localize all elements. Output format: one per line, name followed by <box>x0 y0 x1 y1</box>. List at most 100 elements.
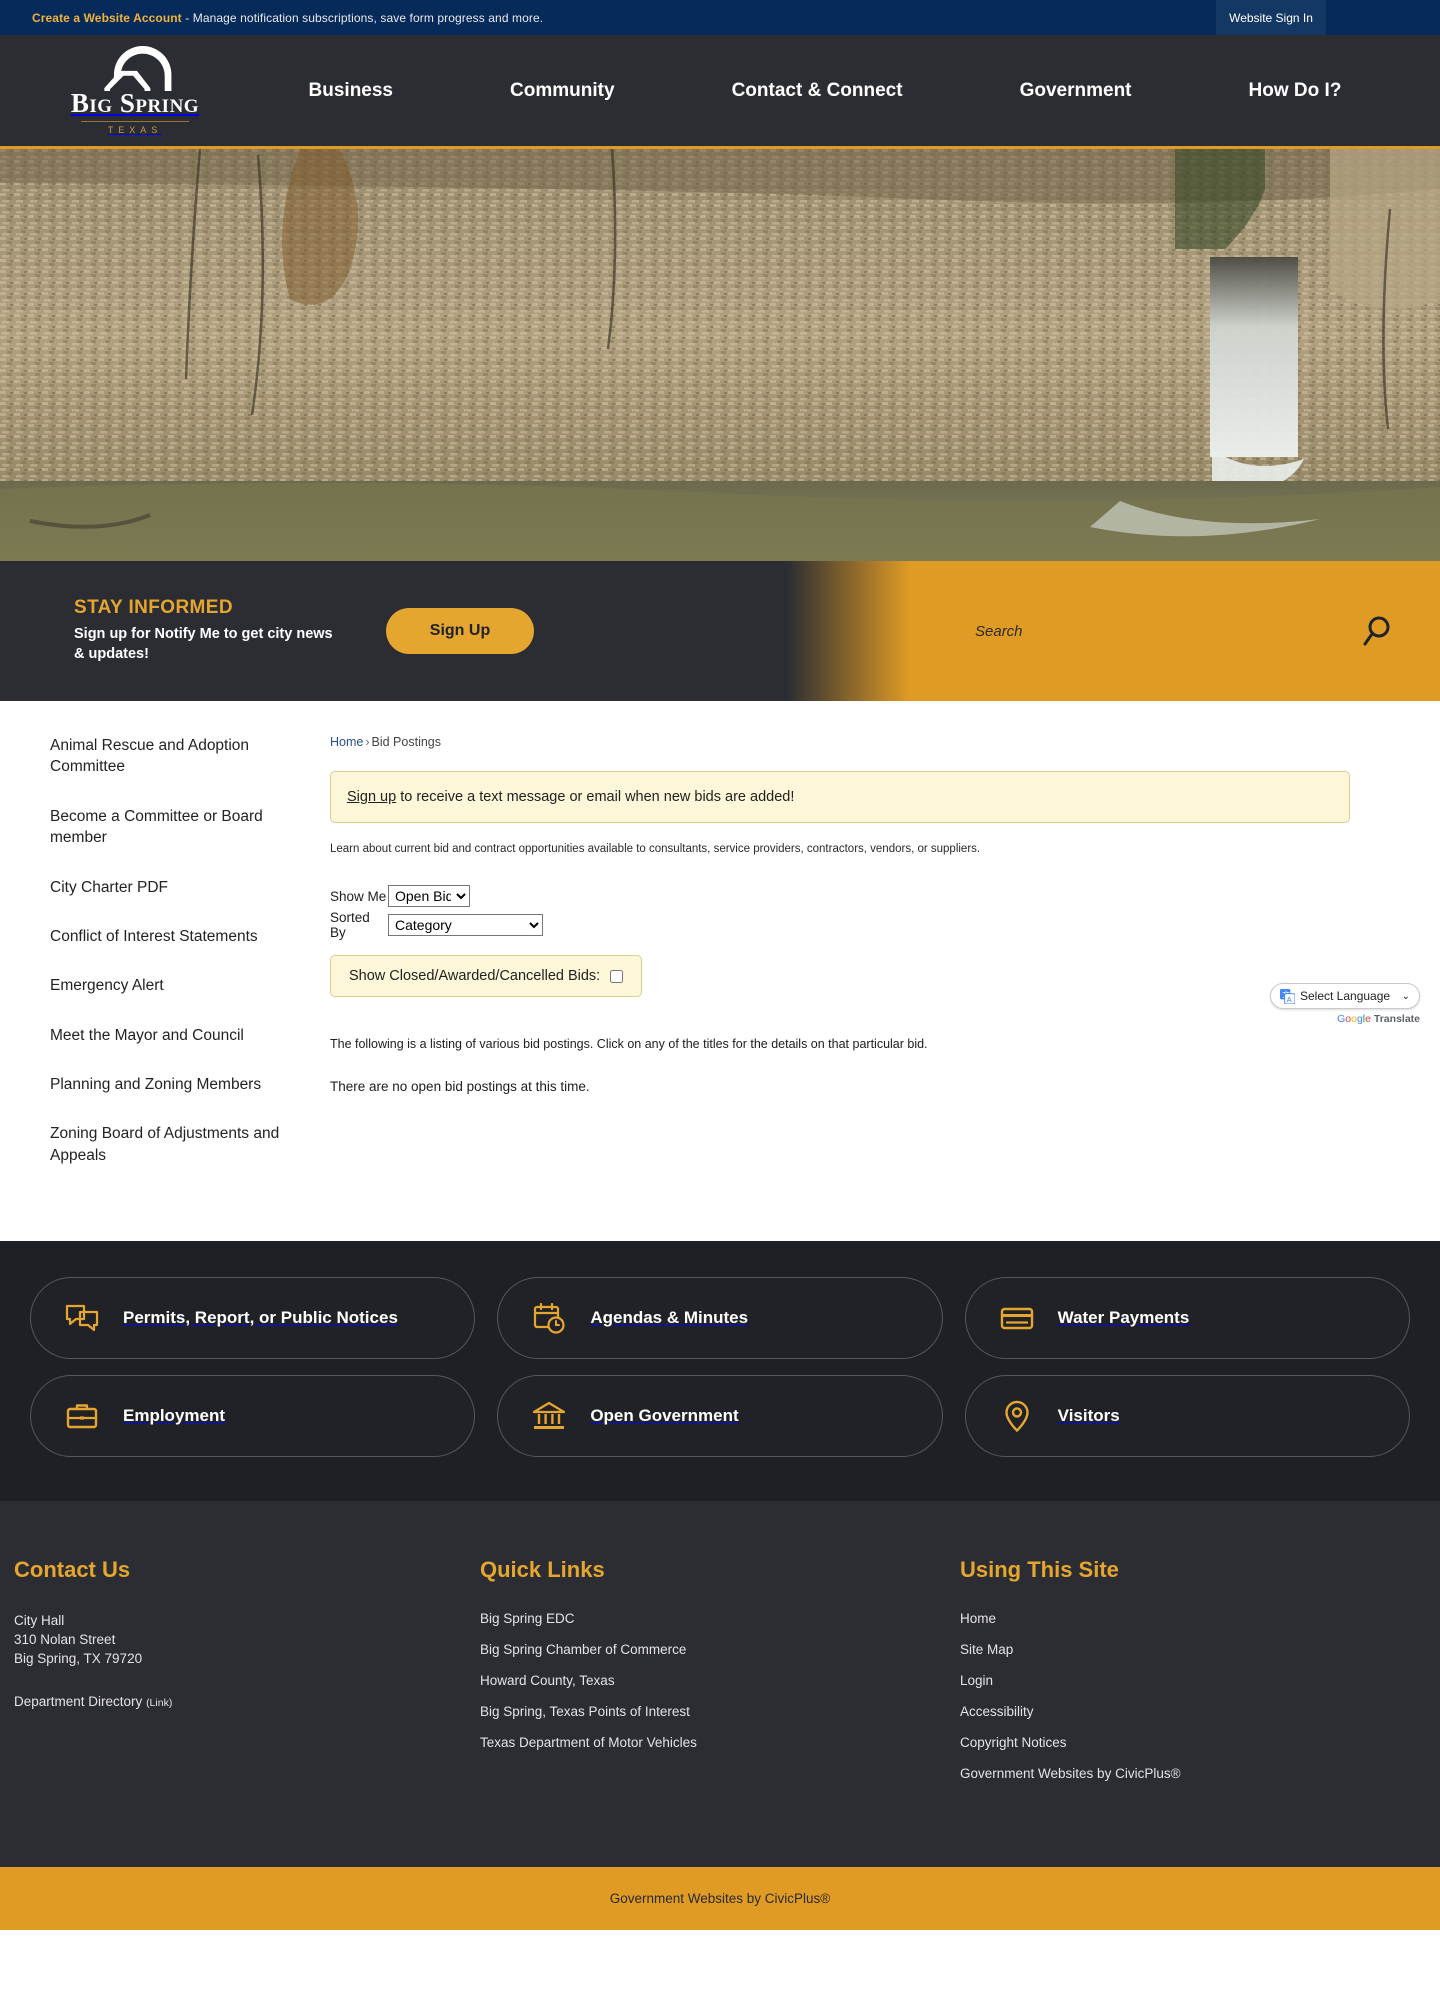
search-button[interactable] <box>1362 615 1392 647</box>
stay-informed-block: STAY INFORMED Sign up for Notify Me to g… <box>0 561 770 701</box>
nav-item-contact-connect[interactable]: Contact & Connect <box>732 80 903 102</box>
using-site-link-copyright[interactable]: Copyright Notices <box>960 1735 1420 1750</box>
sidebar-item-city-charter-pdf[interactable]: City Charter PDF <box>50 877 304 898</box>
logo-state-label: TEXAS <box>81 121 189 135</box>
site-header: Big Spring TEXAS Business Community Cont… <box>0 35 1440 149</box>
chat-bubbles-icon <box>65 1304 99 1332</box>
tile-label: Open Government <box>590 1406 739 1425</box>
notice-text: to receive a text message or email when … <box>396 789 795 805</box>
breadcrumb-current-page: Bid Postings <box>371 735 441 749</box>
contact-line-city-hall: City Hall <box>14 1613 65 1628</box>
footer-using-site-heading: Using This Site <box>960 1557 1119 1582</box>
tile-water-payments[interactable]: Water Payments <box>964 1277 1410 1359</box>
using-site-link-civicplus[interactable]: Government Websites by CivicPlus® <box>960 1766 1420 1781</box>
nav-item-how-do-i[interactable]: How Do I? <box>1249 80 1342 102</box>
using-site-link-home[interactable]: Home <box>960 1611 1420 1626</box>
create-account-link[interactable]: Create a Website Account <box>32 11 182 25</box>
footer-quick-links: Quick Links Big Spring EDC Big Spring Ch… <box>480 1557 960 1797</box>
logo-wordmark: Big Spring <box>70 88 200 118</box>
sorted-by-row: Sorted By Category <box>330 910 1400 940</box>
sorted-by-select[interactable]: Category <box>388 914 543 936</box>
quick-link-howard-county[interactable]: Howard County, Texas <box>480 1673 960 1688</box>
show-me-row: Show Me Open Bids <box>330 885 1400 907</box>
site-logo[interactable]: Big Spring TEXAS <box>0 46 250 135</box>
tile-agendas-minutes[interactable]: Agendas & Minutes <box>497 1277 943 1359</box>
sidebar-item-animal-rescue[interactable]: Animal Rescue and Adoption Committee <box>50 735 304 778</box>
create-account-description: - Manage notification subscriptions, sav… <box>181 10 544 25</box>
footer-using-this-site: Using This Site Home Site Map Login Acce… <box>960 1557 1420 1797</box>
svg-text:A: A <box>1287 994 1292 1003</box>
website-sign-in-button[interactable]: Website Sign In <box>1216 0 1326 35</box>
stay-informed-heading: STAY INFORMED <box>74 597 233 619</box>
sidebar-navigation: Animal Rescue and Adoption Committee Bec… <box>0 735 330 1195</box>
google-translate-widget: 文 A Select Language ⌄ Google Translate <box>1270 983 1420 1025</box>
quick-link-tx-dmv[interactable]: Texas Department of Motor Vehicles <box>480 1735 960 1750</box>
sidebar-item-emergency-alert[interactable]: Emergency Alert <box>50 975 304 996</box>
quick-link-tiles: Permits, Report, or Public Notices Agend… <box>0 1241 1440 1501</box>
using-site-link-site-map[interactable]: Site Map <box>960 1642 1420 1657</box>
bottom-bar-civicplus-link[interactable]: Government Websites by CivicPlus® <box>610 1891 831 1906</box>
google-wordmark: Google <box>1337 1013 1371 1025</box>
notice-sign-up-link[interactable]: Sign up <box>347 789 396 805</box>
show-me-select[interactable]: Open Bids <box>388 885 470 907</box>
using-site-link-login[interactable]: Login <box>960 1673 1420 1688</box>
quick-link-points-of-interest[interactable]: Big Spring, Texas Points of Interest <box>480 1704 960 1719</box>
tile-permits-report-public-notices[interactable]: Permits, Report, or Public Notices <box>30 1277 476 1359</box>
sign-up-button[interactable]: Sign Up <box>386 608 534 654</box>
bid-intro-text: Learn about current bid and contract opp… <box>330 843 981 855</box>
sidebar-item-become-member[interactable]: Become a Committee or Board member <box>50 806 304 849</box>
select-language-dropdown[interactable]: 文 A Select Language ⌄ <box>1270 983 1420 1009</box>
stay-informed-subtext: Sign up for Notify Me to get city news &… <box>74 625 339 664</box>
powered-by-google-translate: Google Translate <box>1270 1013 1420 1025</box>
footer-contact-heading: Contact Us <box>14 1557 131 1582</box>
utility-bar: Create a Website Account - Manage notifi… <box>0 0 1440 35</box>
footer-quick-links-heading: Quick Links <box>480 1557 605 1582</box>
select-language-label: Select Language <box>1300 989 1391 1003</box>
sidebar-item-conflict-interest[interactable]: Conflict of Interest Statements <box>50 926 304 947</box>
sidebar-item-meet-mayor[interactable]: Meet the Mayor and Council <box>50 1025 304 1046</box>
department-directory-note: (Link) <box>146 1697 173 1710</box>
notify-me-emphasis: Notify Me <box>154 626 220 643</box>
arch-logo-icon <box>104 46 172 92</box>
tile-visitors[interactable]: Visitors <box>964 1375 1410 1457</box>
show-closed-bids-label: Show Closed/Awarded/Cancelled Bids: <box>349 968 601 984</box>
strip-gradient-divider <box>770 561 910 701</box>
primary-navigation: Business Community Contact & Connect Gov… <box>250 80 1440 102</box>
show-closed-bids-checkbox[interactable] <box>610 969 624 983</box>
hero-banner <box>0 149 1440 561</box>
bottom-bar: Government Websites by CivicPlus® <box>0 1867 1440 1930</box>
show-me-label: Show Me <box>330 888 387 904</box>
nav-item-business[interactable]: Business <box>309 80 393 102</box>
tile-employment[interactable]: Employment <box>30 1375 476 1457</box>
department-directory-link[interactable]: Department Directory (Link) <box>14 1694 480 1709</box>
tile-open-government[interactable]: Open Government <box>497 1375 943 1457</box>
bid-listing-instructions: The following is a listing of various bi… <box>330 1037 928 1051</box>
contact-line-street: 310 Nolan Street <box>14 1632 116 1648</box>
page-content: Animal Rescue and Adoption Committee Bec… <box>0 701 1440 1241</box>
sidebar-item-zoning-board[interactable]: Zoning Board of Adjustments and Appeals <box>50 1123 304 1166</box>
tile-label: Visitors <box>1057 1406 1120 1425</box>
tile-label: Permits, Report, or Public Notices <box>123 1308 398 1327</box>
briefcase-icon <box>66 1404 98 1429</box>
tile-label: Employment <box>123 1406 226 1425</box>
nav-item-community[interactable]: Community <box>510 80 615 102</box>
quick-link-big-spring-edc[interactable]: Big Spring EDC <box>480 1611 960 1626</box>
quick-link-chamber-of-commerce[interactable]: Big Spring Chamber of Commerce <box>480 1642 960 1657</box>
using-site-link-accessibility[interactable]: Accessibility <box>960 1704 1420 1719</box>
breadcrumb: Home › Bid Postings <box>330 735 1400 749</box>
nav-item-government[interactable]: Government <box>1020 80 1132 102</box>
credit-card-icon <box>1000 1307 1033 1330</box>
contact-line-city-state-zip: Big Spring, TX 79720 <box>14 1651 143 1667</box>
search-icon <box>1363 616 1390 646</box>
footer-contact-us: Contact Us City Hall 310 Nolan Street Bi… <box>0 1557 480 1797</box>
sorted-by-label: Sorted By <box>330 910 370 940</box>
translate-icon: 文 A <box>1280 988 1295 1004</box>
map-pin-icon <box>1004 1400 1029 1433</box>
show-closed-bids-box: Show Closed/Awarded/Cancelled Bids: <box>330 955 643 997</box>
main-column: Home › Bid Postings Sign up to receive a t… <box>330 735 1440 1195</box>
bid-signup-notice: Sign up to receive a text message or ema… <box>330 771 1350 823</box>
breadcrumb-home-link[interactable]: Home <box>330 735 363 749</box>
search-input[interactable] <box>975 622 1325 640</box>
site-footer: Contact Us City Hall 310 Nolan Street Bi… <box>0 1501 1440 1867</box>
sidebar-item-planning-zoning[interactable]: Planning and Zoning Members <box>50 1074 304 1095</box>
